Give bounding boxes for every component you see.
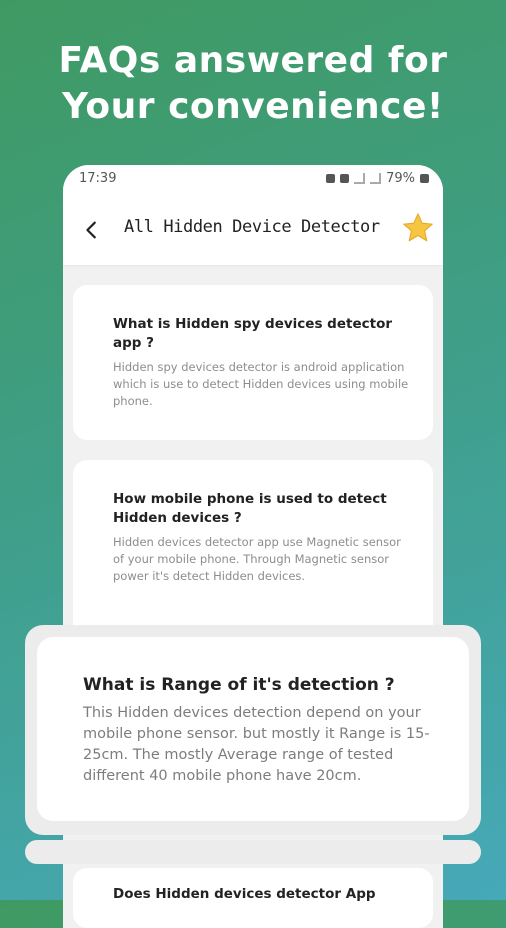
faq-question: How mobile phone is used to detect Hidde… xyxy=(113,491,387,526)
faq-card-4[interactable]: Does Hidden devices detector App xyxy=(73,868,433,928)
battery-icon xyxy=(420,174,429,183)
chevron-left-icon[interactable] xyxy=(81,219,103,241)
status-icons: 79% xyxy=(326,171,429,186)
notification-icon xyxy=(326,174,336,183)
faq-question: What is Hidden spy devices detector app … xyxy=(113,316,393,351)
faq-answer: Hidden spy devices detector is android a… xyxy=(113,360,409,408)
alarm-icon xyxy=(340,174,350,183)
highlight-card-bottom-edge xyxy=(25,840,481,864)
star-icon[interactable] xyxy=(401,211,435,245)
faq-card-highlighted[interactable]: What is Range of it's detection ? This H… xyxy=(37,637,469,821)
headline-line-1: FAQs answered for xyxy=(58,40,448,81)
faq-answer: Hidden devices detector app use Magnetic… xyxy=(113,535,401,583)
status-bar: 17:39 79% xyxy=(63,165,443,195)
phone-frame-bottom: Does Hidden devices detector App xyxy=(63,868,443,928)
faq-card-1[interactable]: What is Hidden spy devices detector app … xyxy=(73,285,433,440)
cell-signal-icon xyxy=(370,173,382,184)
battery-percent: 79% xyxy=(386,171,415,186)
headline-line-2: Your convenience! xyxy=(62,86,444,127)
promo-headline: FAQs answered for Your convenience! xyxy=(0,38,506,130)
wifi-signal-icon xyxy=(354,173,366,184)
faq-answer: This Hidden devices detection depend on … xyxy=(83,705,430,784)
faq-question: What is Range of it's detection ? xyxy=(83,675,395,695)
page-title: All Hidden Device Detector xyxy=(124,217,380,237)
status-time: 17:39 xyxy=(79,171,117,186)
app-bar: All Hidden Device Detector xyxy=(63,195,443,265)
